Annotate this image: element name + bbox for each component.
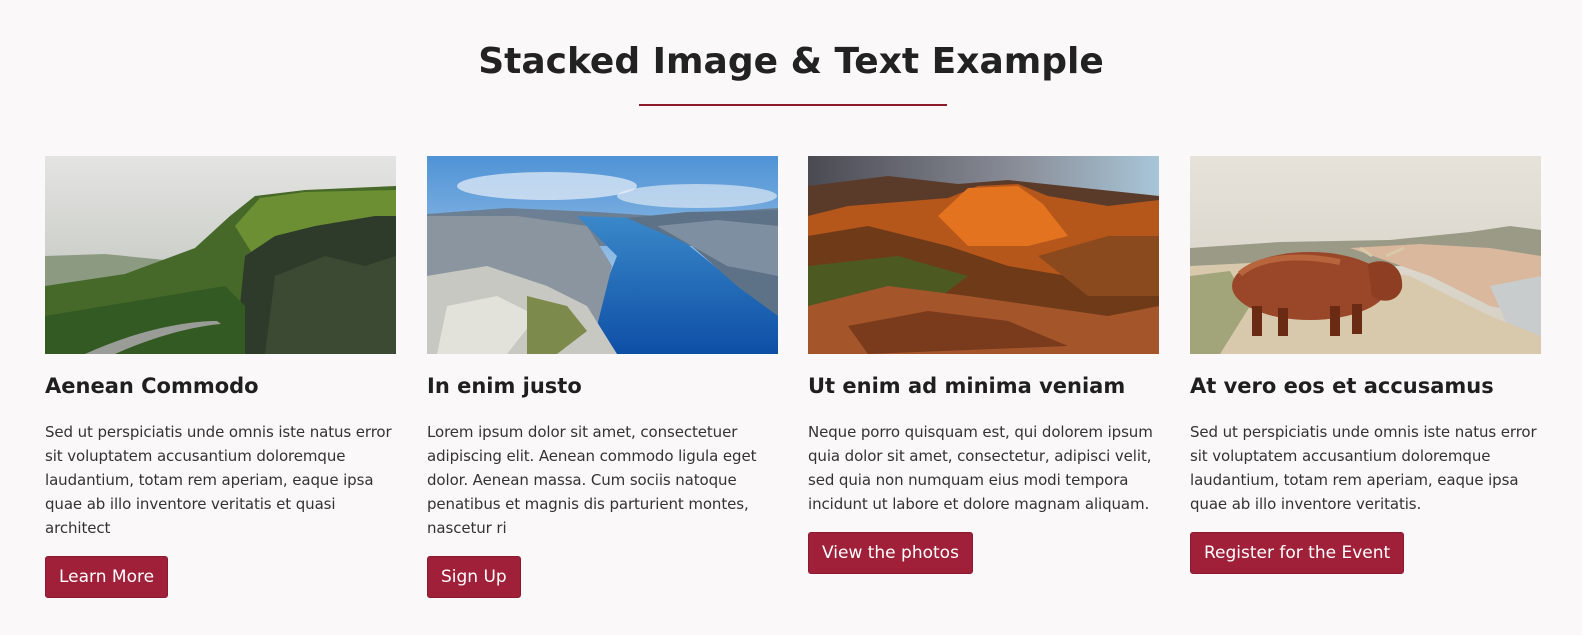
highland-cow-beach-image [1190,156,1541,354]
card-image [808,156,1159,354]
card-image [45,156,396,354]
card-text: Lorem ipsum dolor sit amet, consectetuer… [427,423,757,537]
section-title: Stacked Image & Text Example [478,41,1104,82]
sign-up-button[interactable]: Sign Up [427,556,521,598]
register-for-the-event-button[interactable]: Register for the Event [1190,532,1405,574]
blue-fjord-image [427,156,778,354]
title-underline [639,104,947,106]
card-text: Neque porro quisquam est, qui dolorem ip… [808,423,1153,513]
card-text: Sed ut perspiciatis unde omnis iste natu… [45,423,392,537]
page: Stacked Image & Text Example Aenean Comm… [0,0,1582,635]
card-heading: Aenean Commodo [45,374,259,398]
card-ut-enim-ad-minima-veniam: Ut enim ad minima veniam Neque porro qui… [808,156,1159,574]
learn-more-button[interactable]: Learn More [45,556,169,598]
card-image [1190,156,1541,354]
card-heading: In enim justo [427,374,582,398]
card-at-vero-eos-et-accusamus: At vero eos et accusamus Sed ut perspici… [1190,156,1541,574]
card-in-enim-justo: In enim justo Lorem ipsum dolor sit amet… [427,156,778,598]
green-mountain-cliffs-image [45,156,396,354]
card-heading: At vero eos et accusamus [1190,374,1494,398]
orange-canyon-image [808,156,1159,354]
view-the-photos-button[interactable]: View the photos [808,532,973,574]
card-heading: Ut enim ad minima veniam [808,374,1126,398]
card-aenean-commodo: Aenean Commodo Sed ut perspiciatis unde … [45,156,396,598]
card-image [427,156,778,354]
card-text: Sed ut perspiciatis unde omnis iste natu… [1190,423,1537,513]
